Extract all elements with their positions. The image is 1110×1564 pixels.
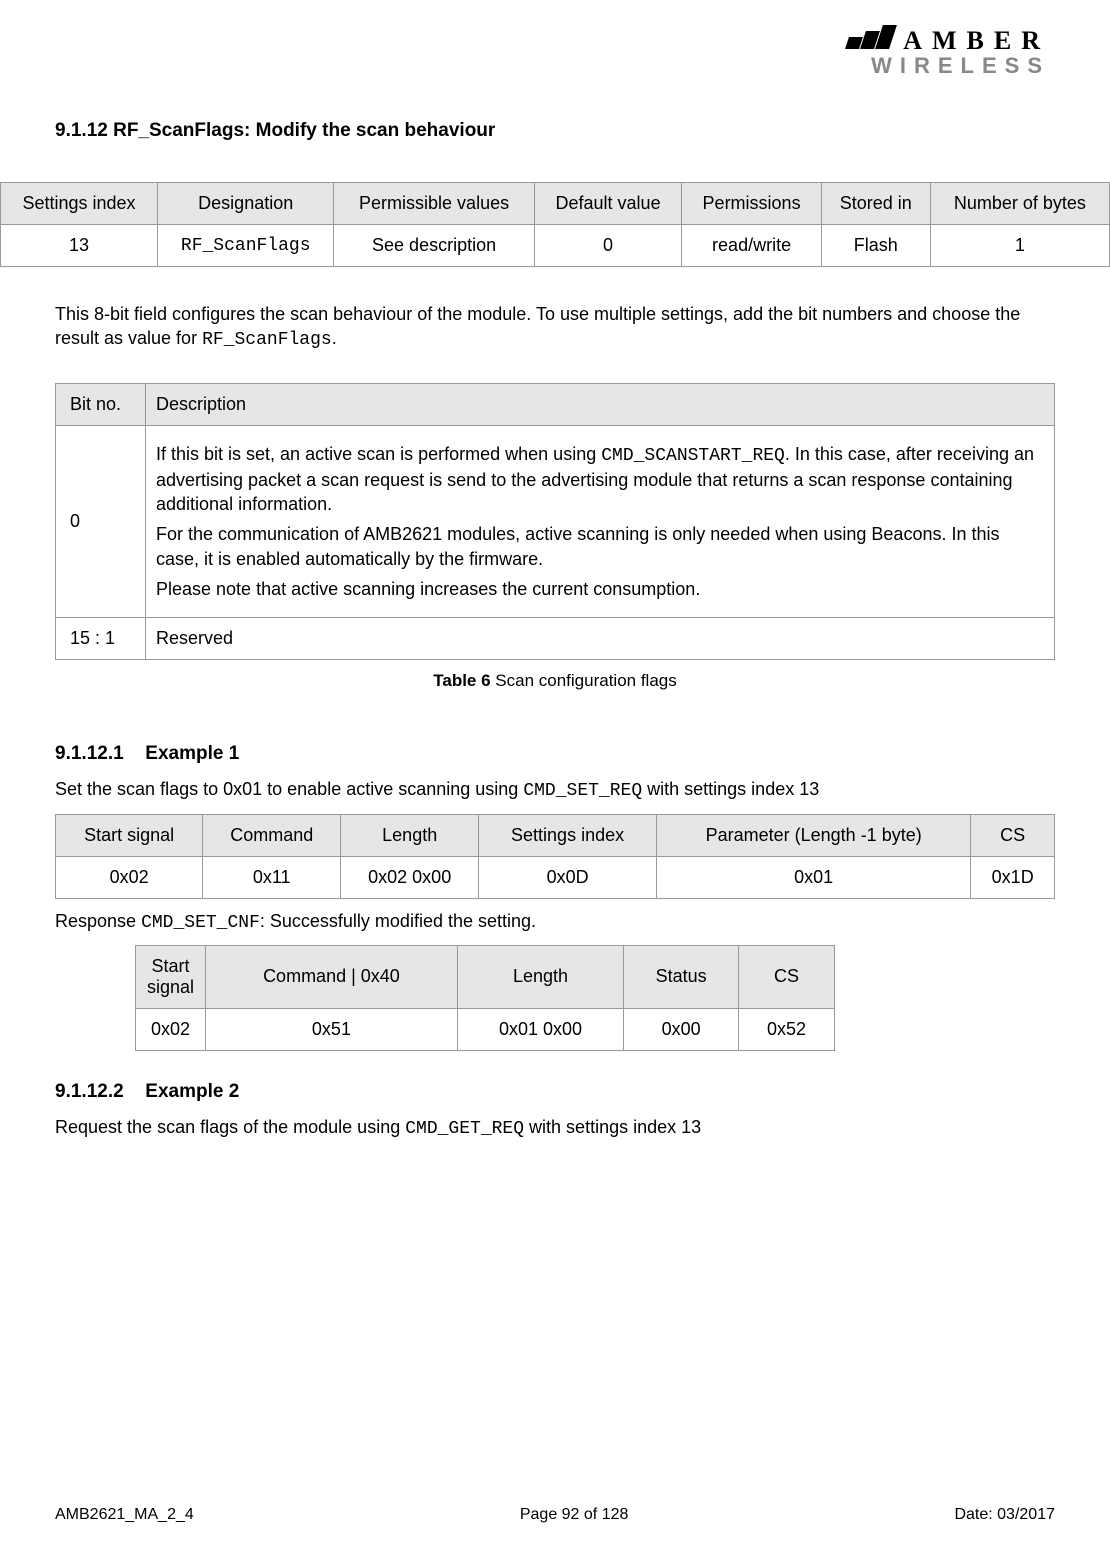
bit-table: Bit no. Description 0 If this bit is set…	[55, 383, 1055, 661]
cell: Reserved	[146, 618, 1055, 660]
footer-center: Page 92 of 128	[520, 1506, 629, 1524]
code-text: RF_ScanFlags	[202, 330, 332, 350]
subsection-number: 9.1.12.2	[55, 1081, 140, 1103]
table-row: 0 If this bit is set, an active scan is …	[56, 425, 1055, 618]
paragraph: Request the scan flags of the module usi…	[55, 1115, 1055, 1141]
col-header: Settings index	[1, 183, 158, 225]
caption-label: Table 6	[433, 671, 490, 690]
code-text: CMD_SET_REQ	[523, 781, 642, 801]
logo-text-bottom: WIRELESS	[847, 56, 1050, 77]
cell: If this bit is set, an active scan is pe…	[146, 425, 1055, 618]
cell: read/write	[682, 225, 821, 267]
subsection-heading: 9.1.12.2 Example 2	[55, 1081, 1055, 1103]
col-header: Status	[624, 945, 739, 1008]
col-header: Permissions	[682, 183, 821, 225]
cell: 0x01	[656, 856, 970, 898]
table-row: Start signal Command Length Settings ind…	[56, 814, 1055, 856]
section-title: RF_ScanFlags: Modify the scan behaviour	[113, 120, 495, 141]
footer-right: Date: 03/2017	[954, 1506, 1055, 1524]
col-header: CS	[739, 945, 835, 1008]
cell: 0x02 0x00	[341, 856, 479, 898]
section-heading: 9.1.12 RF_ScanFlags: Modify the scan beh…	[55, 120, 1055, 142]
text: with settings index 13	[642, 779, 819, 799]
text: : Successfully modified the setting.	[260, 911, 536, 931]
logo-bars-icon	[847, 25, 895, 54]
col-header: Settings index	[479, 814, 657, 856]
text: If this bit is set, an active scan is pe…	[156, 444, 601, 464]
col-header: Parameter (Length -1 byte)	[656, 814, 970, 856]
text: Request the scan flags of the module usi…	[55, 1117, 405, 1137]
cell: 0	[56, 425, 146, 618]
cell: 0x00	[624, 1008, 739, 1050]
col-header: Default value	[534, 183, 682, 225]
cell: Flash	[821, 225, 930, 267]
col-header: Command	[203, 814, 341, 856]
subsection-title: Example 2	[145, 1081, 239, 1102]
col-header: Number of bytes	[930, 183, 1109, 225]
settings-table: Settings index Designation Permissible v…	[0, 182, 1110, 267]
cell: 0x1D	[971, 856, 1055, 898]
table-row: Start signal Command | 0x40 Length Statu…	[136, 945, 835, 1008]
col-header: Length	[457, 945, 623, 1008]
cell: 0x02	[136, 1008, 206, 1050]
logo-text-top: AMBER	[903, 26, 1050, 55]
col-header: Bit no.	[56, 383, 146, 425]
cell: 1	[930, 225, 1109, 267]
subsection-heading: 9.1.12.1 Example 1	[55, 743, 1055, 765]
brand-logo: AMBER WIRELESS	[847, 25, 1050, 77]
subsection-title: Example 1	[145, 743, 239, 764]
cell: 13	[1, 225, 158, 267]
example1-req-table: Start signal Command Length Settings ind…	[55, 814, 1055, 899]
col-header: Stored in	[821, 183, 930, 225]
code-text: CMD_SET_CNF	[141, 913, 260, 933]
col-header: Description	[146, 383, 1055, 425]
text: with settings index 13	[524, 1117, 701, 1137]
table-row: 0x02 0x51 0x01 0x00 0x00 0x52	[136, 1008, 835, 1050]
footer-left: AMB2621_MA_2_4	[55, 1506, 194, 1524]
col-header: Length	[341, 814, 479, 856]
cell: 0x11	[203, 856, 341, 898]
intro-paragraph: This 8-bit field configures the scan beh…	[55, 302, 1055, 353]
example1-resp-table: Start signal Command | 0x40 Length Statu…	[135, 945, 835, 1051]
text: .	[332, 328, 337, 348]
subsection-number: 9.1.12.1	[55, 743, 140, 765]
paragraph: Please note that active scanning increas…	[156, 577, 1044, 601]
page-footer: AMB2621_MA_2_4 Page 92 of 128 Date: 03/2…	[55, 1506, 1055, 1524]
cell: 0x52	[739, 1008, 835, 1050]
col-header: Designation	[158, 183, 334, 225]
paragraph: For the communication of AMB2621 modules…	[156, 522, 1044, 571]
table-caption: Table 6 Scan configuration flags	[55, 670, 1055, 693]
cell: 0x02	[56, 856, 203, 898]
text: Response	[55, 911, 141, 931]
cell: 0x01 0x00	[457, 1008, 623, 1050]
col-header: CS	[971, 814, 1055, 856]
cell: 0	[534, 225, 682, 267]
text: This 8-bit field configures the scan beh…	[55, 304, 1020, 348]
code-text: CMD_GET_REQ	[405, 1119, 524, 1139]
table-row: Settings index Designation Permissible v…	[1, 183, 1110, 225]
cell: 0x51	[206, 1008, 458, 1050]
caption-text: Scan configuration flags	[491, 671, 677, 690]
col-header: Command | 0x40	[206, 945, 458, 1008]
cell: See description	[334, 225, 534, 267]
table-row: 0x02 0x11 0x02 0x00 0x0D 0x01 0x1D	[56, 856, 1055, 898]
table-row: 15 : 1 Reserved	[56, 618, 1055, 660]
paragraph: If this bit is set, an active scan is pe…	[156, 442, 1044, 517]
table-row: Bit no. Description	[56, 383, 1055, 425]
text: Set the scan flags to 0x01 to enable act…	[55, 779, 523, 799]
paragraph: Set the scan flags to 0x01 to enable act…	[55, 777, 1055, 803]
col-header: Start signal	[56, 814, 203, 856]
col-header: Permissible values	[334, 183, 534, 225]
code-text: CMD_SCANSTART_REQ	[601, 446, 785, 466]
cell: 0x0D	[479, 856, 657, 898]
paragraph: Response CMD_SET_CNF: Successfully modif…	[55, 909, 1055, 935]
table-row: 13 RF_ScanFlags See description 0 read/w…	[1, 225, 1110, 267]
col-header: Start signal	[136, 945, 206, 1008]
section-number: 9.1.12	[55, 120, 108, 141]
cell: 15 : 1	[56, 618, 146, 660]
cell: RF_ScanFlags	[158, 225, 334, 267]
